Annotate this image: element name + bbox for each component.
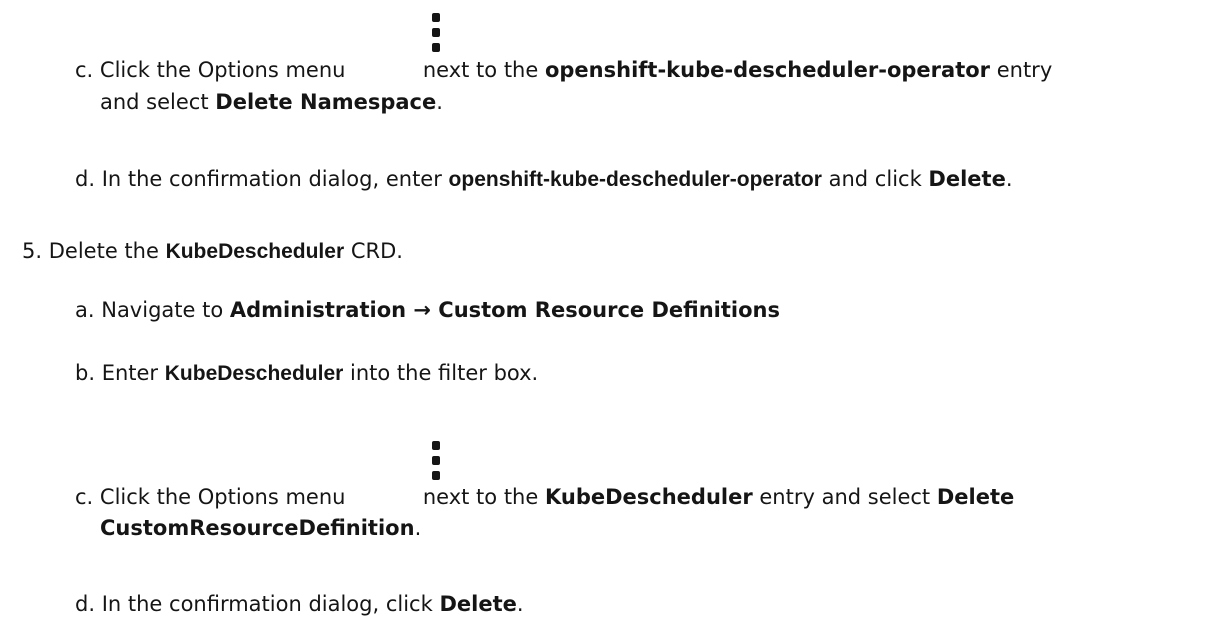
step-4d: d. In the confirmation dialog, enter ope… — [75, 167, 1013, 191]
step-5: 5. Delete the KubeDescheduler CRD. — [22, 239, 403, 263]
step-5b: b. Enter KubeDescheduler into the filter… — [75, 361, 539, 385]
delete-crd-action-cont: CustomResourceDefinition — [100, 516, 415, 540]
step-5c-line1: c. Click the Options menu next to the Ku… — [75, 485, 1015, 509]
step-marker: c. — [75, 485, 94, 509]
step-marker: a. — [75, 298, 95, 322]
delete-namespace-action: Delete Namespace — [215, 90, 437, 114]
step-4c-line1: c. Click the Options menu next to the op… — [75, 58, 1053, 82]
step-5c-line2: CustomResourceDefinition. — [100, 516, 422, 540]
step-marker: d. — [75, 592, 96, 616]
step-5d: d. In the confirmation dialog, click Del… — [75, 592, 524, 616]
namespace-name: openshift-kube-descheduler-operator — [448, 168, 822, 191]
namespace-entry: openshift-kube-descheduler-operator — [544, 58, 991, 82]
delete-action: Delete — [439, 592, 517, 616]
crd-entry: KubeDescheduler — [544, 485, 753, 509]
step-5a: a. Navigate to Administration → Custom R… — [75, 298, 780, 322]
delete-action: Delete — [928, 167, 1006, 191]
nav-path: Administration → Custom Resource Definit… — [229, 298, 780, 322]
crd-name: KubeDescheduler — [165, 240, 345, 263]
step-marker: 5. — [22, 239, 43, 263]
options-menu-kebab-icon — [431, 13, 441, 55]
step-4c-line2: and select Delete Namespace. — [100, 90, 443, 114]
options-menu-kebab-icon — [431, 441, 441, 483]
delete-crd-action: Delete — [936, 485, 1015, 509]
step-marker: c. — [75, 58, 94, 82]
step-marker: b. — [75, 361, 96, 385]
filter-value: KubeDescheduler — [164, 362, 344, 385]
step-marker: d. — [75, 167, 96, 191]
